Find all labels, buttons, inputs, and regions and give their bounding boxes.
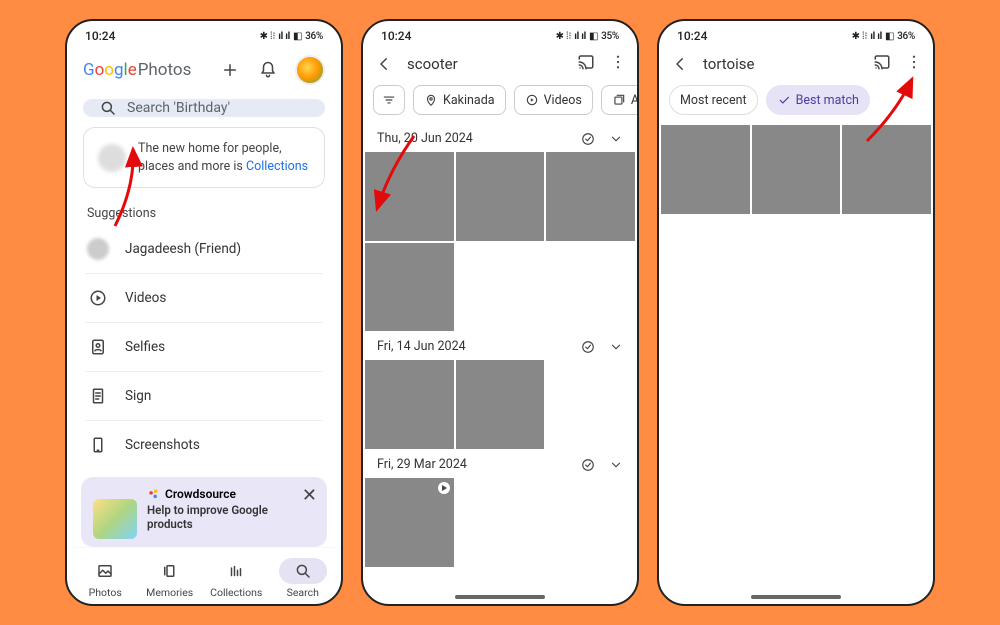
photo-thumb[interactable] (456, 360, 545, 449)
crowdsource-thumb (93, 499, 137, 539)
suggestion-person[interactable]: Jagadeesh (Friend) (85, 225, 323, 274)
photo-grid (363, 360, 637, 451)
suggestions-list: Jagadeesh (Friend) Videos Selfies Sign S… (67, 225, 341, 469)
status-icons: ✱ ⁞⁝ ıl ıl ◧36% (852, 31, 915, 42)
status-bar: 10:24 ✱ ⁞⁝ ıl ıl ◧36% (659, 21, 933, 47)
photo-grid (659, 125, 933, 216)
photo-thumb[interactable] (661, 125, 750, 214)
photo-thumb[interactable] (365, 243, 454, 332)
search-icon (99, 99, 117, 117)
date-header: Fri, 14 Jun 2024 (363, 333, 637, 360)
crowdsource-card[interactable]: Crowdsource Help to improve Google produ… (81, 477, 327, 547)
chip-most-recent[interactable]: Most recent (669, 85, 758, 115)
search-header: scooter (363, 47, 637, 81)
video-badge-icon (438, 482, 450, 494)
phone-search-results-tortoise: 10:24 ✱ ⁞⁝ ıl ıl ◧36% tortoise Most rece… (657, 19, 935, 606)
phone-icon (87, 434, 109, 456)
crowdsource-title: Crowdsource (147, 487, 315, 501)
image-icon (96, 562, 114, 580)
info-text: The new home for people, places and more… (138, 140, 310, 175)
results-scroll[interactable] (659, 125, 933, 592)
photo-grid (363, 243, 637, 334)
google-photos-logo: GooglePhotos (83, 60, 191, 80)
photo-thumb[interactable] (365, 152, 454, 241)
sort-chips: Most recent Best match (659, 81, 933, 125)
status-icons: ✱ ⁞⁝ ıl ıl ◧36% (260, 31, 323, 42)
nav-collections[interactable]: Collections (202, 554, 270, 603)
crowdsource-icon (147, 487, 161, 501)
search-query[interactable]: tortoise (703, 55, 861, 73)
account-avatar[interactable] (295, 55, 325, 85)
chip-best-match[interactable]: Best match (766, 85, 870, 115)
chevron-down-icon[interactable] (609, 458, 623, 472)
nav-memories[interactable]: Memories (138, 554, 202, 603)
add-button[interactable] (219, 59, 241, 81)
photo-thumb[interactable] (456, 152, 545, 241)
home-indicator (455, 595, 545, 599)
suggestion-videos[interactable]: Videos (85, 274, 323, 323)
collections-link[interactable]: Collections (246, 159, 308, 174)
select-icon[interactable] (581, 340, 595, 354)
clock: 10:24 (85, 29, 115, 43)
filter-chips: Kakinada Videos Animat (363, 81, 637, 125)
check-icon (777, 93, 791, 107)
select-icon[interactable] (581, 458, 595, 472)
cast-button[interactable] (873, 53, 891, 75)
phone-search-home: 10:24 ✱ ⁞⁝ ıl ıl ◧36% GooglePhotos Searc… (65, 19, 343, 606)
chevron-down-icon[interactable] (609, 132, 623, 146)
filter-button[interactable] (373, 85, 405, 115)
chip-animations[interactable]: Animat (601, 85, 637, 115)
suggestion-screenshots[interactable]: Screenshots (85, 421, 323, 469)
document-icon (87, 385, 109, 407)
selfie-icon (87, 336, 109, 358)
more-button[interactable] (905, 53, 923, 75)
person-avatar (87, 238, 109, 260)
nav-search[interactable]: Search (271, 554, 335, 603)
memories-icon (161, 562, 179, 580)
suggestions-title: Suggestions (67, 202, 341, 225)
status-bar: 10:24 ✱ ⁞⁝ ıl ıl ◧36% (67, 21, 341, 47)
close-icon[interactable]: ✕ (302, 485, 317, 506)
chevron-down-icon[interactable] (609, 340, 623, 354)
photo-grid (363, 152, 637, 243)
photo-thumb[interactable] (365, 360, 454, 449)
photo-thumb[interactable] (752, 125, 841, 214)
clock: 10:24 (677, 29, 707, 43)
nav-photos[interactable]: Photos (73, 554, 137, 603)
status-bar: 10:24 ✱ ⁞⁝ ıl ıl ◧35% (363, 21, 637, 47)
select-icon[interactable] (581, 132, 595, 146)
photo-thumb[interactable] (842, 125, 931, 214)
results-scroll[interactable]: Thu, 20 Jun 2024 Fri, 14 Jun 2024 (363, 125, 637, 592)
chip-location[interactable]: Kakinada (413, 85, 506, 115)
date-header: Fri, 29 Mar 2024 (363, 451, 637, 478)
status-icons: ✱ ⁞⁝ ıl ıl ◧35% (556, 31, 619, 42)
search-placeholder: Search 'Birthday' (127, 100, 230, 116)
back-button[interactable] (669, 53, 691, 75)
search-input[interactable]: Search 'Birthday' (83, 99, 325, 117)
collections-icon (227, 562, 245, 580)
search-query[interactable]: scooter (407, 55, 565, 73)
search-header: tortoise (659, 47, 933, 81)
photo-thumb[interactable] (365, 478, 454, 567)
crowdsource-sub: Help to improve Google products (147, 503, 315, 531)
phone-search-results-scooter: 10:24 ✱ ⁞⁝ ıl ıl ◧35% scooter Kakinada V… (361, 19, 639, 606)
play-icon (87, 287, 109, 309)
notifications-button[interactable] (257, 59, 279, 81)
chip-videos[interactable]: Videos (514, 85, 593, 115)
photo-grid (363, 478, 637, 569)
app-header: GooglePhotos (67, 47, 341, 93)
clock: 10:24 (381, 29, 411, 43)
collections-info-card[interactable]: The new home for people, places and more… (83, 127, 325, 188)
home-indicator (751, 595, 841, 599)
bottom-nav: Photos Memories Collections Search (67, 547, 341, 606)
search-icon (294, 562, 312, 580)
photo-thumb[interactable] (546, 152, 635, 241)
back-button[interactable] (373, 53, 395, 75)
more-button[interactable] (609, 53, 627, 75)
date-header: Thu, 20 Jun 2024 (363, 125, 637, 152)
cast-button[interactable] (577, 53, 595, 75)
suggestion-sign[interactable]: Sign (85, 372, 323, 421)
info-thumb (98, 144, 126, 172)
suggestion-selfies[interactable]: Selfies (85, 323, 323, 372)
